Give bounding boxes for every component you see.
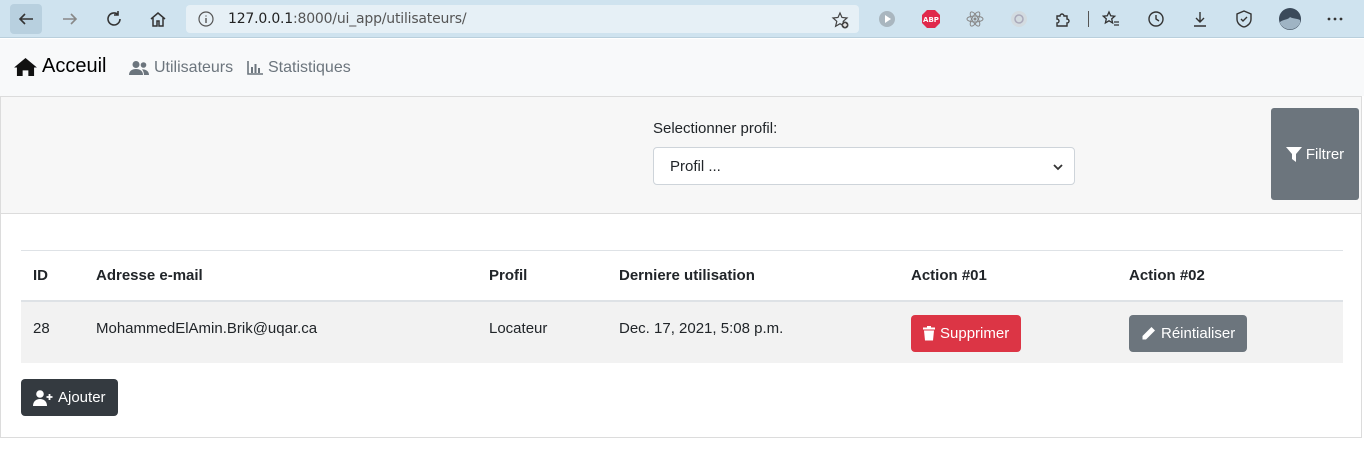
filter-button-label: Filtrer	[1305, 145, 1345, 163]
refresh-icon	[107, 11, 121, 26]
delete-button-label: Supprimer	[940, 324, 1010, 342]
reset-button-label: Réintialiser	[1161, 324, 1236, 342]
cell-id: 28	[21, 300, 84, 363]
navbar: Acceuil Utilisateurs Statistiques	[0, 39, 1364, 96]
forward-button[interactable]	[54, 4, 86, 34]
bar-chart-icon	[247, 61, 263, 75]
pencil-icon	[1142, 326, 1155, 339]
reset-button[interactable]: Réintialiser	[1129, 314, 1248, 352]
back-button[interactable]	[10, 4, 42, 34]
col-header-email: Adresse e-mail	[84, 250, 477, 302]
shield-icon[interactable]	[1234, 9, 1254, 29]
filter-button[interactable]: Filtrer	[1271, 108, 1359, 200]
cell-profil: Locateur	[477, 300, 607, 363]
profile-filter-label: Selectionner profil:	[653, 120, 778, 137]
url-host: 127.0.0.1	[228, 11, 293, 27]
brand-link[interactable]: Acceuil	[14, 55, 106, 78]
nav-link-statistiques-label: Statistiques	[268, 59, 351, 76]
puzzle-icon[interactable]	[1053, 9, 1073, 29]
add-user-button[interactable]: Ajouter	[21, 379, 118, 416]
favorites-icon[interactable]	[1101, 9, 1121, 29]
delete-button[interactable]: Supprimer	[911, 314, 1022, 352]
trash-icon	[923, 325, 935, 340]
nav-link-statistiques[interactable]: Statistiques	[247, 59, 351, 77]
brand-label: Acceuil	[42, 55, 107, 77]
cell-action2: Réintialiser	[1117, 300, 1343, 363]
add-user-button-label: Ajouter	[58, 389, 106, 406]
play-icon[interactable]	[877, 9, 897, 29]
profile-avatar[interactable]	[1278, 7, 1302, 31]
forward-arrow-icon	[63, 13, 78, 25]
browser-toolbar: 127.0.0.1:8000/ui_app/utilisateurs/ ABP	[0, 0, 1364, 38]
filter-panel: Selectionner profil: Profil ... Filtrer	[0, 96, 1362, 214]
table-row: 28 MohammedElAmin.Brik@uqar.ca Locateur …	[21, 300, 1343, 363]
url-path: :8000/ui_app/utilisateurs/	[293, 11, 467, 27]
cell-action1: Supprimer	[899, 300, 1117, 363]
nav-link-utilisateurs[interactable]: Utilisateurs	[129, 59, 233, 77]
col-header-last-used: Derniere utilisation	[607, 250, 899, 302]
circle-ext-icon[interactable]	[1009, 9, 1029, 29]
adblock-icon[interactable]: ABP	[921, 9, 941, 29]
chevron-down-icon	[1053, 164, 1063, 171]
profile-select[interactable]: Profil ...	[653, 147, 1075, 185]
filter-icon	[1285, 146, 1302, 162]
toolbar-separator	[1088, 11, 1089, 27]
users-icon	[129, 61, 149, 75]
svg-text:ABP: ABP	[923, 16, 939, 24]
table-header-row: ID Adresse e-mail Profil Derniere utilis…	[21, 250, 1343, 302]
address-bar[interactable]: 127.0.0.1:8000/ui_app/utilisateurs/	[186, 5, 859, 33]
profile-select-value: Profil ...	[670, 158, 721, 175]
col-header-action2: Action #02	[1117, 250, 1343, 302]
info-icon[interactable]	[198, 11, 214, 27]
add-favorite-icon[interactable]	[831, 11, 849, 29]
col-header-profil: Profil	[477, 250, 607, 302]
home-button[interactable]	[142, 4, 174, 34]
users-table-panel: ID Adresse e-mail Profil Derniere utilis…	[0, 214, 1362, 438]
home-icon	[14, 57, 37, 76]
user-plus-icon	[33, 389, 53, 406]
col-header-id: ID	[21, 250, 84, 302]
download-icon[interactable]	[1190, 9, 1210, 29]
refresh-button[interactable]	[98, 4, 130, 34]
history-icon[interactable]	[1146, 9, 1166, 29]
back-arrow-icon	[18, 13, 33, 25]
col-header-action1: Action #01	[899, 250, 1117, 302]
users-table: ID Adresse e-mail Profil Derniere utilis…	[21, 250, 1343, 363]
home-outline-icon	[150, 12, 166, 27]
nav-link-utilisateurs-label: Utilisateurs	[154, 59, 234, 76]
react-icon[interactable]	[965, 9, 985, 29]
cell-email: MohammedElAmin.Brik@uqar.ca	[84, 300, 477, 363]
cell-last-used: Dec. 17, 2021, 5:08 p.m.	[607, 300, 899, 363]
more-icon[interactable]	[1325, 9, 1345, 29]
url-text: 127.0.0.1:8000/ui_app/utilisateurs/	[228, 11, 467, 27]
